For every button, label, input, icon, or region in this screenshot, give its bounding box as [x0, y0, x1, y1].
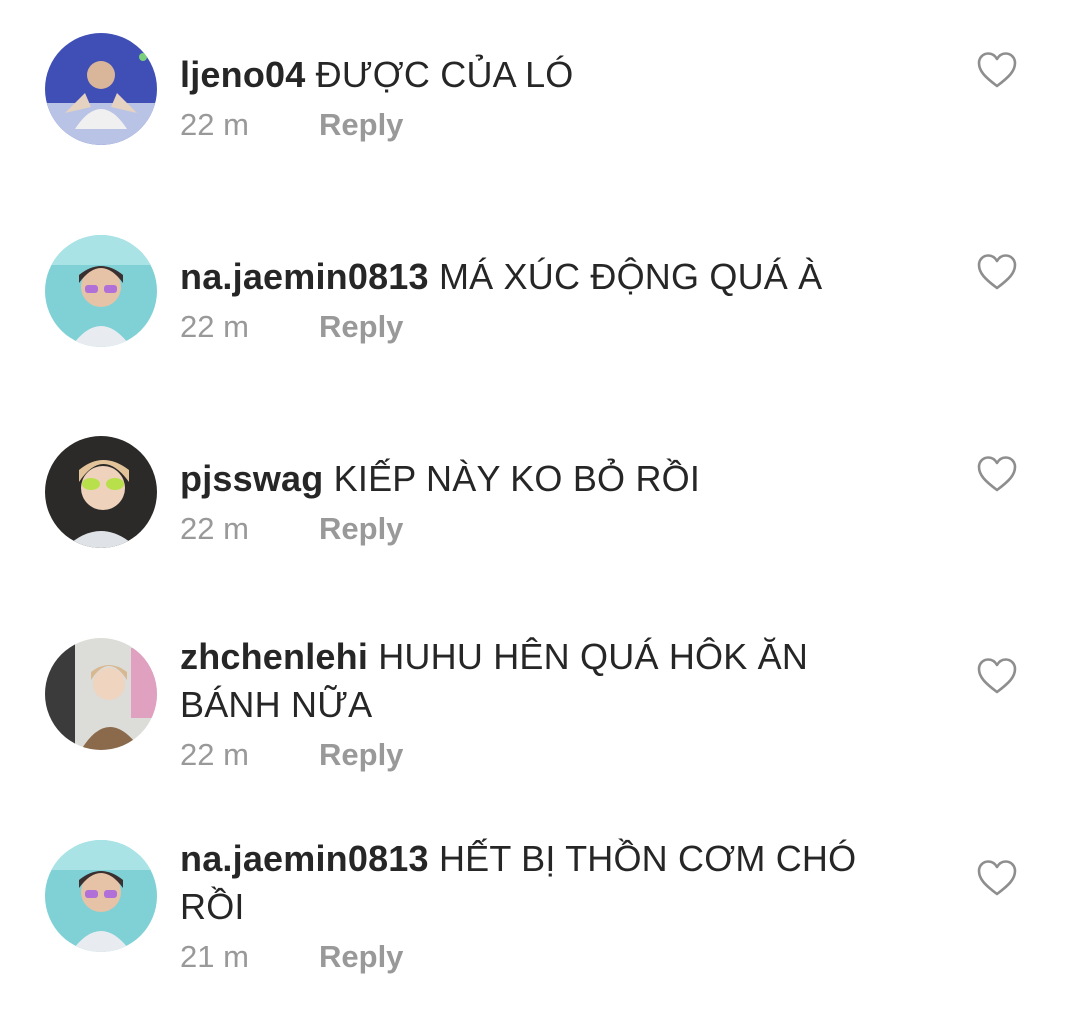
heart-outline-icon: [977, 52, 1017, 88]
comment-timestamp: 21 m: [180, 939, 249, 974]
avatar-image: [45, 436, 157, 548]
avatar[interactable]: [45, 436, 157, 548]
comment-message: KIẾP NÀY KO BỎ RỒI: [333, 458, 701, 499]
reply-button[interactable]: Reply: [319, 937, 403, 977]
heart-outline-icon: [977, 860, 1017, 896]
avatar[interactable]: [45, 33, 157, 145]
reply-button[interactable]: Reply: [319, 735, 403, 775]
like-button[interactable]: [976, 858, 1018, 898]
avatar[interactable]: [45, 235, 157, 347]
avatar[interactable]: [45, 638, 157, 750]
like-button[interactable]: [976, 656, 1018, 696]
heart-outline-icon: [977, 456, 1017, 492]
reply-button[interactable]: Reply: [319, 307, 403, 347]
comment-timestamp: 22 m: [180, 737, 249, 772]
comment-username[interactable]: na.jaemin0813: [180, 256, 429, 297]
comment-timestamp: 22 m: [180, 309, 249, 344]
comment-message-continued: BÁNH NỮA: [180, 684, 373, 725]
like-button[interactable]: [976, 252, 1018, 292]
comment-message-continued: RỒI: [180, 886, 245, 927]
heart-outline-icon: [977, 254, 1017, 290]
like-button[interactable]: [976, 454, 1018, 494]
comment-text: na.jaemin0813 HẾT BỊ THỒN CƠM CHÓ: [180, 835, 940, 883]
comment-text: zhchenlehi HUHU HÊN QUÁ HÔK ĂN: [180, 633, 940, 681]
avatar[interactable]: [45, 840, 157, 952]
comment-text: ljeno04 ĐƯỢC CỦA LÓ: [180, 51, 940, 99]
avatar-image: [45, 33, 157, 145]
reply-button[interactable]: Reply: [319, 105, 403, 145]
comment-timestamp: 22 m: [180, 511, 249, 546]
heart-outline-icon: [977, 658, 1017, 694]
avatar-image: [45, 235, 157, 347]
comment-message: MÁ XÚC ĐỘNG QUÁ À: [438, 256, 823, 297]
comment-message: HUHU HÊN QUÁ HÔK ĂN: [378, 636, 809, 677]
reply-button[interactable]: Reply: [319, 509, 403, 549]
avatar-image: [45, 840, 157, 952]
comment-message: ĐƯỢC CỦA LÓ: [315, 54, 574, 95]
comment-username[interactable]: ljeno04: [180, 54, 305, 95]
comment-username[interactable]: pjsswag: [180, 458, 323, 499]
comment-message: HẾT BỊ THỒN CƠM CHÓ: [438, 838, 857, 879]
avatar-image: [45, 638, 157, 750]
comment-text: na.jaemin0813 MÁ XÚC ĐỘNG QUÁ À: [180, 253, 940, 301]
comment-text: pjsswag KIẾP NÀY KO BỎ RỒI: [180, 455, 940, 503]
comment-username[interactable]: na.jaemin0813: [180, 838, 429, 879]
comment-timestamp: 22 m: [180, 107, 249, 142]
comment-username[interactable]: zhchenlehi: [180, 636, 368, 677]
like-button[interactable]: [976, 50, 1018, 90]
